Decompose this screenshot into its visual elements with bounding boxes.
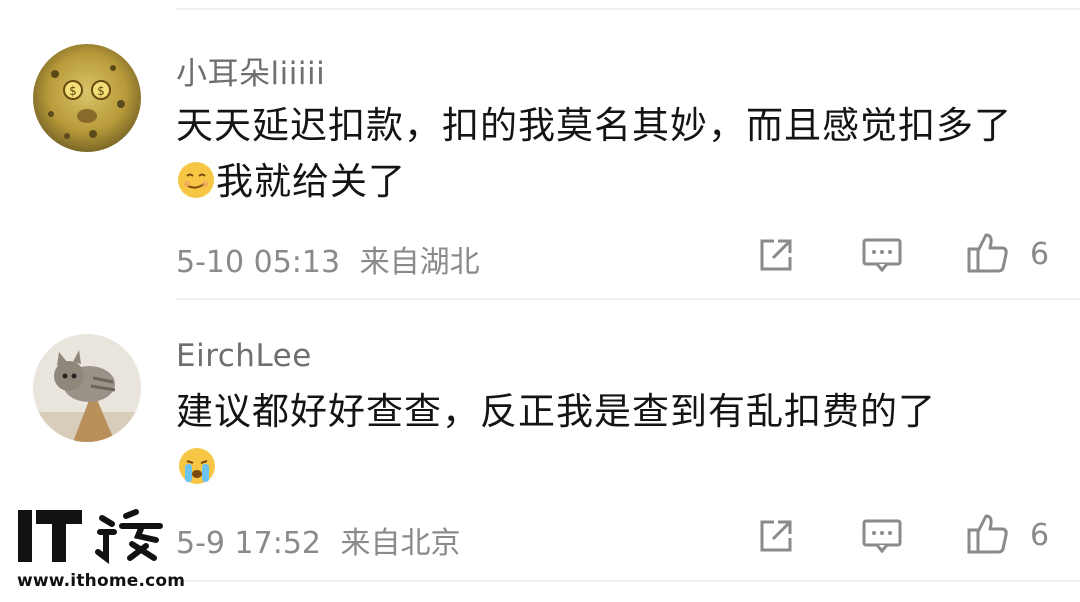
watermark-url: www.ithome.com [17, 571, 186, 591]
avatar[interactable]: $ $ [33, 44, 141, 152]
timestamp: 5-9 17:52 [176, 526, 321, 561]
comment-meta: 5-9 17:52 来自北京 [176, 518, 461, 562]
comment-text: 天天延迟扣款，扣的我莫名其妙，而且感觉扣多了我就给关了 [176, 98, 1046, 210]
bottom-divider [176, 580, 1080, 582]
reply-button[interactable] [860, 514, 904, 558]
svg-text:$: $ [97, 84, 105, 98]
like-count: 6 [1030, 237, 1050, 272]
svg-text:$: $ [69, 84, 77, 98]
like-count: 6 [1030, 518, 1050, 553]
crying-face-emoji-icon [177, 446, 217, 486]
username[interactable]: 小耳朵liiiii [176, 48, 325, 93]
share-button[interactable] [754, 514, 798, 558]
thumbs-up-icon [967, 514, 1008, 554]
thumbs-up-icon [967, 233, 1008, 273]
comment-text-part: 我就给关了 [216, 160, 406, 203]
location: 来自北京 [340, 526, 461, 561]
location: 来自湖北 [359, 245, 480, 280]
like-button[interactable] [966, 231, 1010, 275]
share-button[interactable] [754, 233, 798, 277]
comment-icon [862, 519, 902, 554]
top-divider [176, 8, 1080, 10]
comment-text-part: 天天延迟扣款，扣的我莫名其妙，而且感觉扣多了 [176, 104, 1012, 147]
smirk-face-emoji-icon [176, 160, 216, 200]
comment-text-part: 建议都好好查查，反正我是查到有乱扣费的了 [176, 390, 936, 433]
comment-icon [862, 238, 902, 273]
avatar[interactable] [33, 334, 141, 442]
like-button[interactable] [966, 512, 1010, 556]
comment-meta: 5-10 05:13 来自湖北 [176, 237, 480, 281]
comment-text: 建议都好好查查，反正我是查到有乱扣费的了 [176, 384, 1046, 496]
username[interactable]: EirchLee [176, 338, 312, 374]
timestamp: 5-10 05:13 [176, 245, 341, 280]
share-icon [760, 239, 792, 271]
reply-button[interactable] [860, 233, 904, 277]
comment-divider [176, 298, 1080, 300]
share-icon [760, 520, 792, 552]
